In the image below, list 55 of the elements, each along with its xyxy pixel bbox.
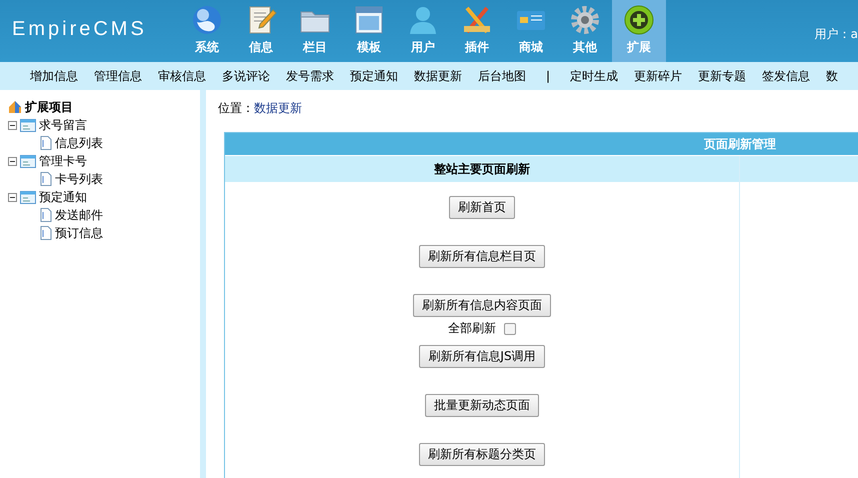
refresh-button[interactable]: 刷新所有信息内容页面 (413, 294, 551, 317)
menu-link[interactable]: 签发信息 (762, 68, 810, 84)
refresh-button[interactable]: 刷新所有信息JS调用 (419, 345, 545, 368)
sidebar-title: 扩展项目 (25, 98, 73, 116)
user-label: 用户：a (814, 26, 858, 43)
breadcrumb-link[interactable]: 数据更新 (254, 101, 302, 115)
window-icon (20, 118, 36, 132)
menu-link[interactable]: 发号需求 (286, 68, 334, 84)
menu-link[interactable]: 后台地图 (478, 68, 526, 84)
breadcrumb-label: 位置： (218, 101, 254, 115)
menu-link[interactable]: 多说评论 (222, 68, 270, 84)
person-icon (407, 4, 439, 36)
refresh-button[interactable]: 刷新首页 (449, 196, 515, 219)
page-icon (40, 208, 52, 222)
tree-item[interactable]: 求号留言 (39, 116, 87, 134)
menu-link[interactable]: 数 (826, 68, 838, 84)
expand-toggle[interactable] (8, 192, 17, 202)
logo: EmpireCMS (11, 17, 148, 42)
tree-item[interactable]: 发送邮件 (55, 206, 103, 224)
window-icon (20, 190, 36, 204)
minus-icon (8, 120, 17, 130)
checkbox-label: 全部刷新 (448, 320, 496, 337)
expand-toggle[interactable] (8, 120, 17, 130)
refresh-button[interactable]: 批量更新动态页面 (425, 394, 539, 417)
menu-link[interactable]: 预定通知 (350, 68, 398, 84)
section-title: 整站主要页面刷新 (434, 160, 530, 178)
panel-title: 页面刷新管理 (704, 136, 776, 152)
expand-toggle[interactable] (8, 156, 17, 166)
tree-item[interactable]: 预定通知 (39, 188, 87, 206)
gear-icon (569, 4, 601, 36)
window-icon (353, 4, 385, 36)
tree-item[interactable]: 管理卡号 (39, 152, 87, 170)
refresh-button[interactable]: 刷新所有信息栏目页 (419, 245, 545, 268)
menu-link[interactable]: 更新碎片 (634, 68, 682, 84)
menu-link[interactable]: 定时生成 (570, 68, 618, 84)
checkbox[interactable] (504, 322, 516, 334)
window-icon (20, 154, 36, 168)
menu-link[interactable]: 更新专题 (698, 68, 746, 84)
tree-item[interactable]: 信息列表 (55, 134, 103, 152)
tools-icon (461, 4, 493, 36)
menu-link[interactable]: 审核信息 (158, 68, 206, 84)
menu-separator: | (545, 69, 552, 83)
tree-item[interactable]: 卡号列表 (55, 170, 103, 188)
page-icon (40, 172, 52, 186)
tree-item[interactable]: 预订信息 (55, 224, 103, 242)
menu-link[interactable]: 管理信息 (94, 68, 142, 84)
page-icon (40, 226, 52, 240)
menu-link[interactable]: 增加信息 (30, 68, 78, 84)
home-icon (8, 100, 22, 114)
refresh-button[interactable]: 刷新所有标题分类页 (419, 443, 545, 466)
minus-icon (8, 192, 17, 202)
menu-link[interactable]: 数据更新 (414, 68, 462, 84)
plus-circle-icon (623, 4, 655, 36)
minus-icon (8, 156, 17, 166)
page-icon (40, 136, 52, 150)
